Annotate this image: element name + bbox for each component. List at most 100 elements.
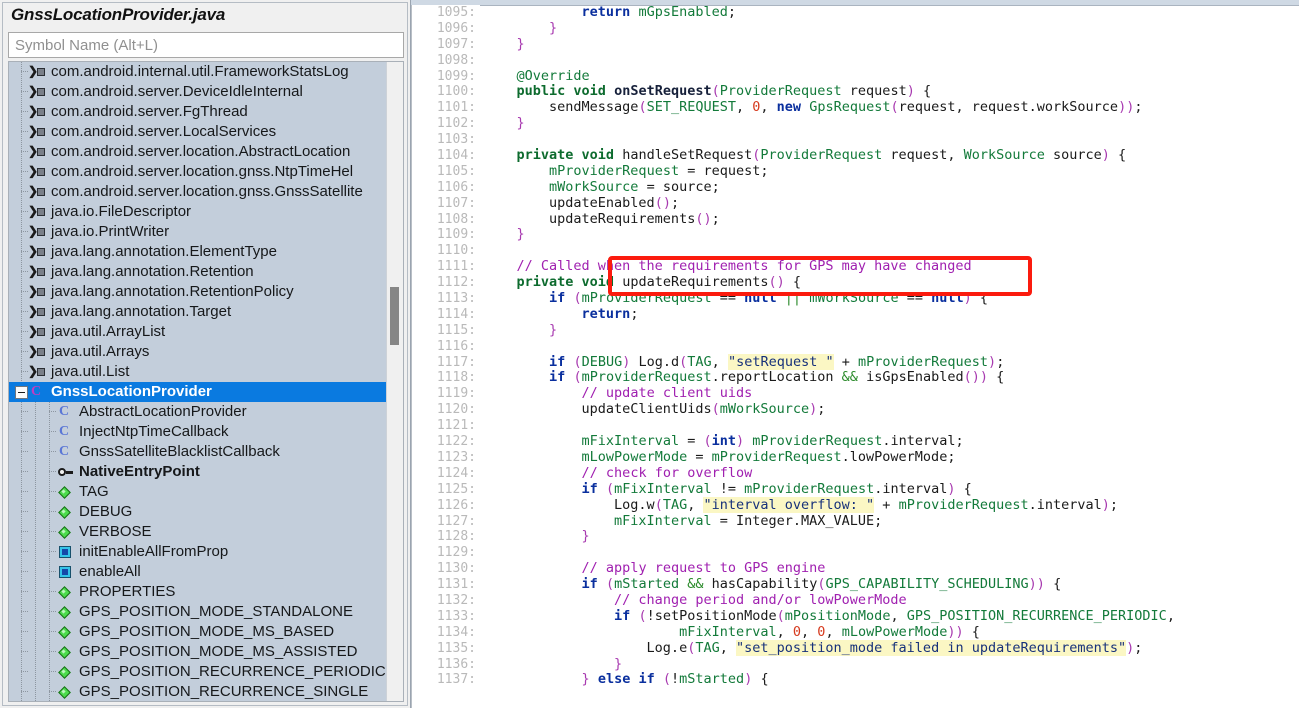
tree-item-java-util-arraylist[interactable]: java.util.ArrayList xyxy=(9,322,386,342)
tree-item-abstractlocationprovider[interactable]: AbstractLocationProvider xyxy=(9,402,386,422)
code-line[interactable]: } else if (!mStarted) { xyxy=(480,671,1299,688)
code-token: ( xyxy=(776,607,785,624)
tree-item-debug[interactable]: DEBUG xyxy=(9,502,386,522)
code-line[interactable]: Log.e(TAG, "set_position_mode failed in … xyxy=(480,639,1299,657)
code-line[interactable]: if (!setPositionMode(mPositionMode, GPS_… xyxy=(480,607,1299,625)
code-line[interactable] xyxy=(480,132,1299,148)
code-token: } xyxy=(516,115,525,132)
collapse-toggle-icon[interactable] xyxy=(15,385,28,399)
line-number: 1119: xyxy=(436,386,476,402)
code-line[interactable]: updateClientUids(mWorkSource); xyxy=(480,401,1299,418)
code-line[interactable]: public void onSetRequest(ProviderRequest… xyxy=(480,84,1299,100)
symbol-tree-viewport[interactable]: com.android.internal.util.FrameworkStats… xyxy=(9,62,386,701)
code-line[interactable]: if (DEBUG) Log.d(TAG, "setRequest " + mP… xyxy=(480,353,1299,371)
tree-item-gps-position-mode-ms-assisted[interactable]: GPS_POSITION_MODE_MS_ASSISTED xyxy=(9,642,386,662)
code-line[interactable]: } xyxy=(480,115,1299,132)
tree-item-label: GnssLocationProvider xyxy=(51,383,212,400)
tree-item-com-android-server-deviceidleinternal[interactable]: com.android.server.DeviceIdleInternal xyxy=(9,82,386,102)
tree-item-com-android-server-localservices[interactable]: com.android.server.LocalServices xyxy=(9,122,386,142)
tree-item-gps-position-mode-ms-based[interactable]: GPS_POSITION_MODE_MS_BASED xyxy=(9,622,386,642)
tree-vertical-scrollbar[interactable] xyxy=(386,62,403,701)
tree-item-com-android-server-location-abstractlocation[interactable]: com.android.server.location.AbstractLoca… xyxy=(9,142,386,162)
code-line[interactable]: // apply request to GPS engine xyxy=(480,560,1299,577)
symbol-search-input[interactable] xyxy=(8,32,404,58)
tree-item-label: NativeEntryPoint xyxy=(79,463,200,480)
code-line[interactable]: // change period and/or lowPowerMode xyxy=(480,592,1299,609)
code-line[interactable]: private void updateRequirements() { xyxy=(480,274,1299,291)
tree-indent xyxy=(29,622,43,642)
code-line[interactable]: @Override xyxy=(480,68,1299,85)
code-line[interactable]: sendMessage(SET_REQUEST, 0, new GpsReque… xyxy=(480,99,1299,116)
tree-guide xyxy=(43,662,57,682)
code-line[interactable]: if (mProviderRequest == null || mWorkSou… xyxy=(480,290,1299,307)
code-line[interactable]: return mGpsEnabled; xyxy=(480,5,1299,21)
code-line[interactable]: return; xyxy=(480,306,1299,323)
import-icon xyxy=(28,63,46,80)
tree-indent xyxy=(29,662,43,682)
code-line[interactable]: mFixInterval, 0, 0, mLowPowerMode)) { xyxy=(480,624,1299,641)
tree-item-java-io-printwriter[interactable]: java.io.PrintWriter xyxy=(9,222,386,242)
code-line[interactable]: } xyxy=(480,227,1299,243)
code-token: ( xyxy=(605,576,615,593)
tree-item-gnsssatelliteblacklistcallback[interactable]: GnssSatelliteBlacklistCallback xyxy=(9,442,386,462)
code-line[interactable]: // update client uids xyxy=(480,385,1299,402)
tree-indent xyxy=(29,542,43,562)
code-line[interactable]: mProviderRequest = request; xyxy=(480,163,1299,180)
code-token: null xyxy=(931,290,964,307)
code-line[interactable] xyxy=(480,545,1299,561)
code-line[interactable]: } xyxy=(480,322,1299,339)
line-number: 1118: xyxy=(436,370,476,386)
tree-item-java-util-arrays[interactable]: java.util.Arrays xyxy=(9,342,386,362)
tree-item-enableall[interactable]: enableAll xyxy=(9,562,386,582)
code-line[interactable]: mFixInterval = Integer.MAX_VALUE; xyxy=(480,513,1299,530)
tree-item-gps-position-recurrence-periodic[interactable]: GPS_POSITION_RECURRENCE_PERIODIC xyxy=(9,662,386,682)
tree-item-java-lang-annotation-retention[interactable]: java.lang.annotation.Retention xyxy=(9,262,386,282)
code-line[interactable]: } xyxy=(480,36,1299,53)
tree-item-com-android-server-fgthread[interactable]: com.android.server.FgThread xyxy=(9,102,386,122)
page-title: GnssLocationProvider.java xyxy=(11,5,226,24)
tree-item-java-util-list[interactable]: java.util.List xyxy=(9,362,386,382)
code-line[interactable]: updateRequirements(); xyxy=(480,211,1299,228)
code-line[interactable]: updateEnabled(); xyxy=(480,195,1299,212)
code-line[interactable] xyxy=(480,243,1299,259)
tree-item-gnsslocationprovider[interactable]: GnssLocationProvider xyxy=(9,382,386,402)
tree-item-gps-position-mode-standalone[interactable]: GPS_POSITION_MODE_STANDALONE xyxy=(9,602,386,622)
code-text-area[interactable]: return mGpsEnabled; } } @Override public… xyxy=(480,5,1299,708)
code-line[interactable]: if (mStarted && hasCapability(GPS_CAPABI… xyxy=(480,576,1299,593)
tree-item-label: java.lang.annotation.RetentionPolicy xyxy=(51,283,294,300)
code-line[interactable]: // check for overflow xyxy=(480,465,1299,482)
code-line[interactable] xyxy=(480,339,1299,355)
tree-item-verbose[interactable]: VERBOSE xyxy=(9,522,386,542)
code-line[interactable]: private void handleSetRequest(ProviderRe… xyxy=(480,147,1299,164)
code-token: { xyxy=(784,274,802,291)
code-line[interactable]: mFixInterval = (int) mProviderRequest.in… xyxy=(480,433,1299,450)
code-line[interactable]: if (mProviderRequest.reportLocation && i… xyxy=(480,370,1299,386)
tree-item-tag[interactable]: TAG xyxy=(9,482,386,502)
tree-item-label: java.util.List xyxy=(51,363,130,380)
tree-item-com-android-server-location-gnss-ntptimehel[interactable]: com.android.server.location.gnss.NtpTime… xyxy=(9,162,386,182)
code-line[interactable]: mLowPowerMode = mProviderRequest.lowPowe… xyxy=(480,449,1299,466)
code-line[interactable]: if (mFixInterval != mProviderRequest.int… xyxy=(480,481,1299,498)
code-line[interactable]: } xyxy=(480,528,1299,545)
tree-scrollbar-thumb[interactable] xyxy=(390,287,399,345)
tree-item-java-io-filedescriptor[interactable]: java.io.FileDescriptor xyxy=(9,202,386,222)
code-line[interactable]: } xyxy=(480,656,1299,673)
tree-item-java-lang-annotation-target[interactable]: java.lang.annotation.Target xyxy=(9,302,386,322)
tree-item-injectntptimecallback[interactable]: InjectNtpTimeCallback xyxy=(9,422,386,442)
code-line[interactable]: // Called when the requirements for GPS … xyxy=(480,258,1299,275)
code-line[interactable]: Log.w(TAG, "interval overflow: " + mProv… xyxy=(480,496,1299,514)
tree-item-initenableallfromprop[interactable]: initEnableAllFromProp xyxy=(9,542,386,562)
tree-item-com-android-server-location-gnss-gnsssatellite[interactable]: com.android.server.location.gnss.GnssSat… xyxy=(9,182,386,202)
tree-item-java-lang-annotation-elementtype[interactable]: java.lang.annotation.ElementType xyxy=(9,242,386,262)
tree-item-java-lang-annotation-retentionpolicy[interactable]: java.lang.annotation.RetentionPolicy xyxy=(9,282,386,302)
tree-item-com-android-internal-util-frameworkstatslog[interactable]: com.android.internal.util.FrameworkStats… xyxy=(9,62,386,82)
code-line[interactable] xyxy=(480,418,1299,434)
code-line[interactable] xyxy=(480,53,1299,69)
tree-item-properties[interactable]: PROPERTIES xyxy=(9,582,386,602)
code-line[interactable]: mWorkSource = source; xyxy=(480,179,1299,196)
code-line[interactable]: } xyxy=(480,20,1299,37)
tree-item-gps-position-recurrence-single[interactable]: GPS_POSITION_RECURRENCE_SINGLE xyxy=(9,682,386,701)
tree-item-nativeentrypoint[interactable]: NativeEntryPoint xyxy=(9,462,386,482)
